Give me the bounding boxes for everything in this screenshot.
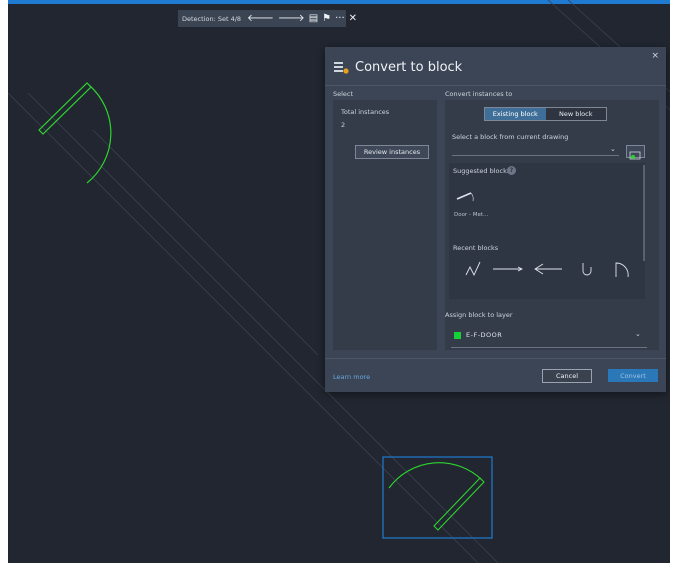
- total-instances-value: 2: [341, 121, 346, 129]
- chevron-down-icon[interactable]: ⌄: [610, 145, 616, 153]
- select-panel: Total instances 2 Review instances: [333, 100, 437, 350]
- dialog-title: Convert to block: [355, 59, 463, 75]
- chevron-down-icon[interactable]: ⌄: [635, 330, 641, 338]
- zigzag-block-icon[interactable]: [464, 259, 484, 279]
- dialog-title-bar: Convert to block: [333, 57, 462, 77]
- block-select-dropdown[interactable]: [452, 155, 619, 156]
- recent-blocks-label: Recent blocks: [453, 244, 499, 252]
- arrow-left-icon[interactable]: 🡐: [247, 10, 274, 27]
- divider: [325, 358, 666, 359]
- suggested-block-name: Door - Met...: [454, 212, 489, 218]
- help-icon[interactable]: ?: [507, 166, 516, 175]
- tab-existing-block[interactable]: Existing block: [485, 108, 546, 120]
- arrow-right-icon[interactable]: 🡒: [278, 10, 305, 27]
- select-heading: Select: [333, 90, 354, 98]
- drawing-canvas[interactable]: Detection: Set 4/8 🡐 🡒 ▤ ⚑ ··· ✕ Convert…: [8, 0, 670, 563]
- review-instances-button[interactable]: Review instances: [355, 145, 429, 159]
- convert-button[interactable]: Convert: [608, 369, 658, 382]
- pick-block-button[interactable]: [626, 145, 645, 160]
- convert-block-icon[interactable]: ▤: [309, 10, 318, 27]
- door-swing-arc: [388, 462, 483, 489]
- total-instances-label: Total instances: [341, 108, 390, 116]
- detection-toolbar: Detection: Set 4/8 🡐 🡒 ▤ ⚑ ··· ✕: [178, 10, 357, 27]
- suggested-scrollbar[interactable]: [643, 165, 645, 261]
- suggested-block-thumbnail[interactable]: [455, 184, 477, 204]
- arrow-left-block-icon[interactable]: [532, 259, 564, 279]
- door-block-1: [38, 82, 112, 184]
- layer-color-swatch: [454, 332, 461, 339]
- dropdown-underline: [451, 347, 647, 348]
- tab-new-block[interactable]: New block: [545, 108, 606, 120]
- door-leaf: [433, 477, 485, 531]
- pick-from-drawing-icon: [629, 151, 641, 160]
- flag-icon[interactable]: ⚑: [322, 10, 331, 27]
- suggested-blocks-label: Suggested blocks: [453, 167, 511, 175]
- line-arrow-block-icon[interactable]: [491, 259, 525, 279]
- assign-layer-label: Assign block to layer: [445, 311, 513, 319]
- learn-more-link[interactable]: Learn more: [333, 373, 370, 381]
- convert-to-heading: Convert instances to: [445, 90, 513, 98]
- divider: [325, 85, 666, 86]
- cancel-button[interactable]: Cancel: [542, 369, 592, 383]
- suggested-blocks-area: Suggested blocks ? Door - Met... Recent …: [449, 163, 645, 299]
- door-leaf: [38, 82, 92, 135]
- select-block-label: Select a block from current drawing: [452, 133, 569, 141]
- convert-block-icon: [334, 62, 349, 74]
- close-icon[interactable]: ✕: [349, 10, 357, 27]
- layer-select-dropdown[interactable]: E-F-DOOR ⌄: [445, 323, 659, 348]
- hook-block-icon[interactable]: [578, 259, 598, 279]
- block-type-tabs: Existing block New block: [484, 107, 607, 121]
- close-icon[interactable]: ×: [651, 51, 659, 61]
- guide-line: [92, 129, 319, 356]
- layer-name: E-F-DOOR: [466, 331, 503, 339]
- convert-to-block-dialog: Convert to block × Select Convert instan…: [325, 47, 666, 392]
- detection-set-label: Detection: Set 4/8: [182, 14, 242, 23]
- arch-block-icon[interactable]: [612, 259, 634, 279]
- selection-box: [382, 456, 493, 539]
- more-icon[interactable]: ···: [335, 10, 345, 27]
- door-block-2: [388, 462, 485, 531]
- door-swing-arc: [86, 84, 112, 184]
